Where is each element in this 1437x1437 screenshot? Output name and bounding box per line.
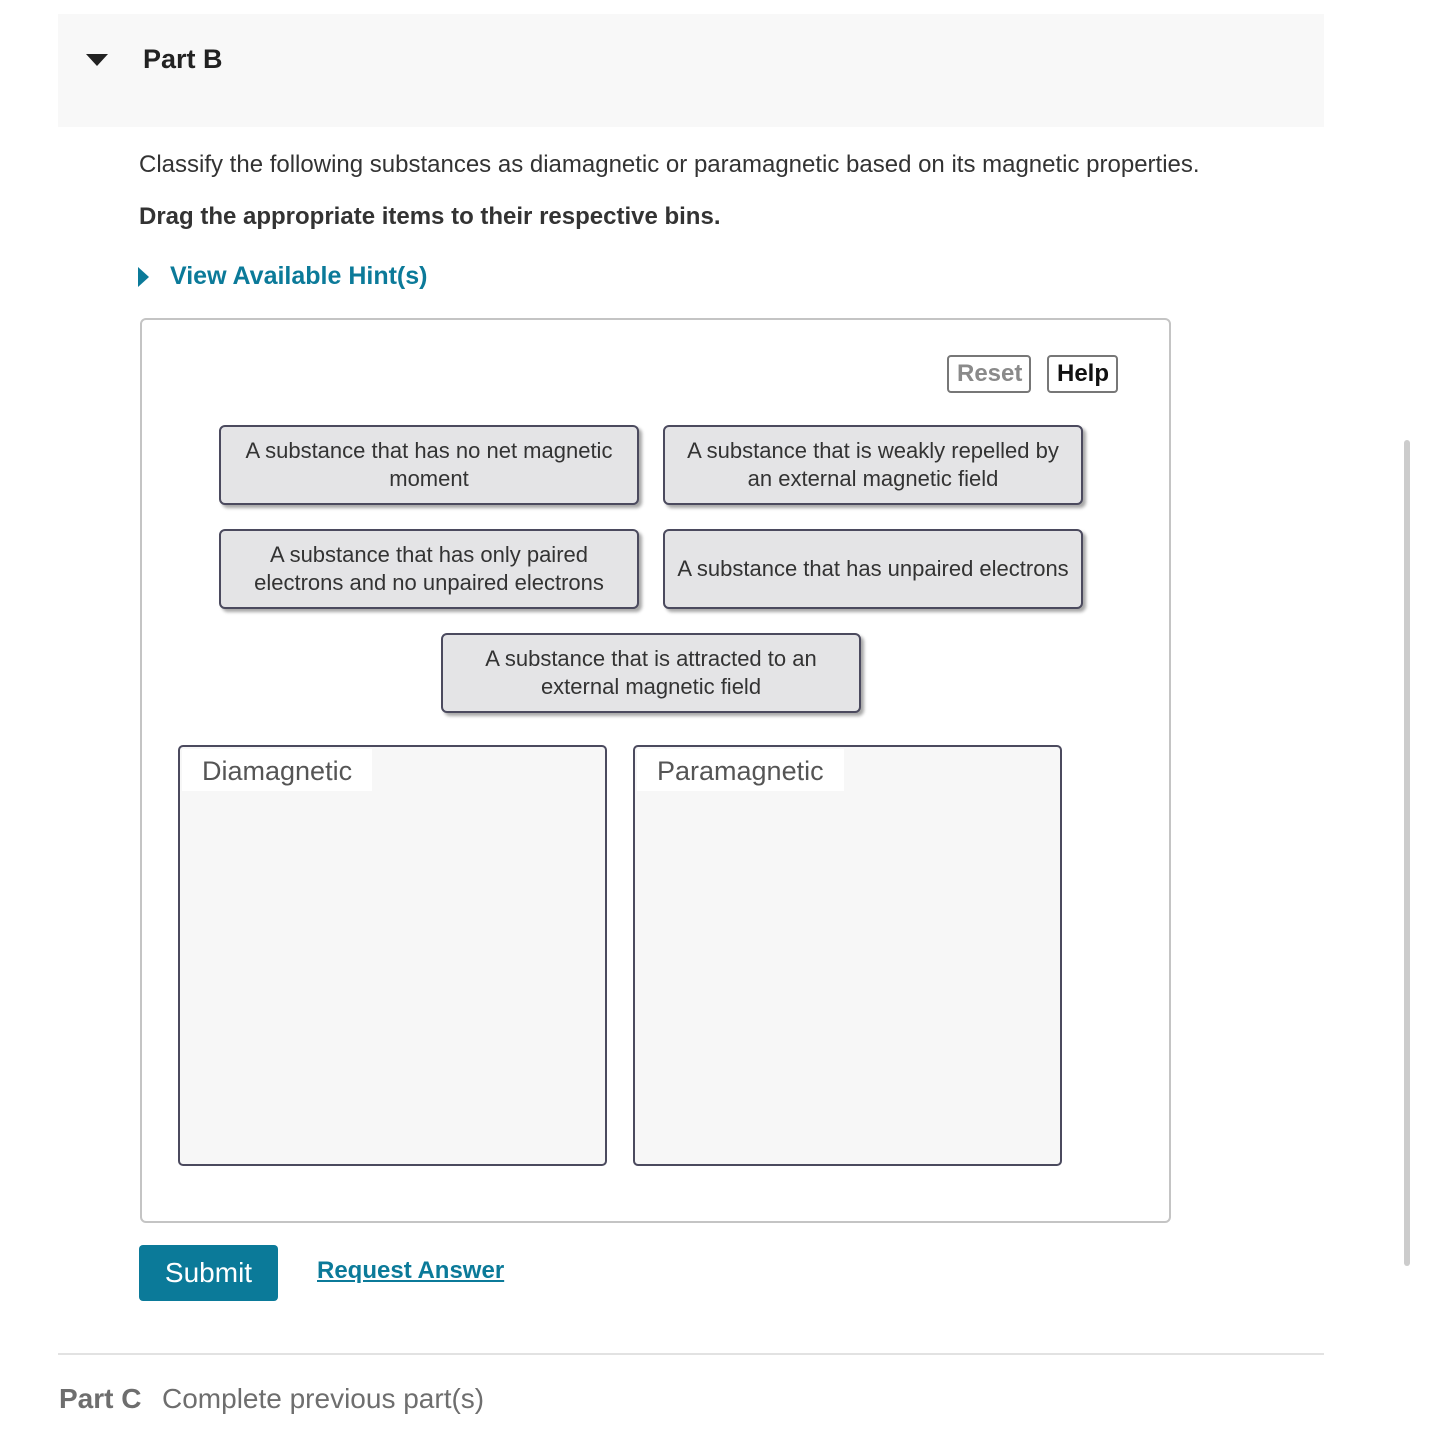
question-instructions: Classify the following substances as dia… — [139, 151, 1200, 178]
bin-diamagnetic[interactable]: Diamagnetic — [178, 745, 607, 1166]
draggable-item[interactable]: A substance that has only paired electro… — [219, 529, 639, 609]
part-c-title: Part C — [59, 1383, 142, 1414]
caret-down-icon[interactable] — [86, 54, 108, 66]
view-hints-label[interactable]: View Available Hint(s) — [170, 262, 427, 291]
divider — [58, 1353, 1324, 1355]
bin-label: Paramagnetic — [637, 749, 844, 791]
part-c-status: Complete previous part(s) — [162, 1383, 485, 1414]
caret-right-icon — [138, 266, 149, 287]
part-b-header[interactable] — [58, 14, 1324, 127]
reset-button[interactable]: Reset — [947, 355, 1031, 393]
bin-paramagnetic[interactable]: Paramagnetic — [633, 745, 1062, 1166]
bin-label: Diamagnetic — [182, 749, 373, 791]
draggable-item[interactable]: A substance that has unpaired electrons — [663, 529, 1083, 609]
help-button[interactable]: Help — [1047, 355, 1118, 393]
draggable-item[interactable]: A substance that is attracted to an exte… — [441, 633, 861, 713]
submit-button[interactable]: Submit — [139, 1245, 278, 1301]
request-answer-link[interactable]: Request Answer — [317, 1257, 504, 1285]
draggable-item[interactable]: A substance that is weakly repelled by a… — [663, 425, 1083, 505]
part-title: Part B — [143, 44, 223, 74]
view-hints-toggle[interactable]: View Available Hint(s) — [138, 262, 427, 291]
scrollbar[interactable] — [1404, 440, 1410, 1266]
draggable-item[interactable]: A substance that has no net magnetic mom… — [219, 425, 639, 505]
drag-instructions: Drag the appropriate items to their resp… — [139, 203, 721, 230]
